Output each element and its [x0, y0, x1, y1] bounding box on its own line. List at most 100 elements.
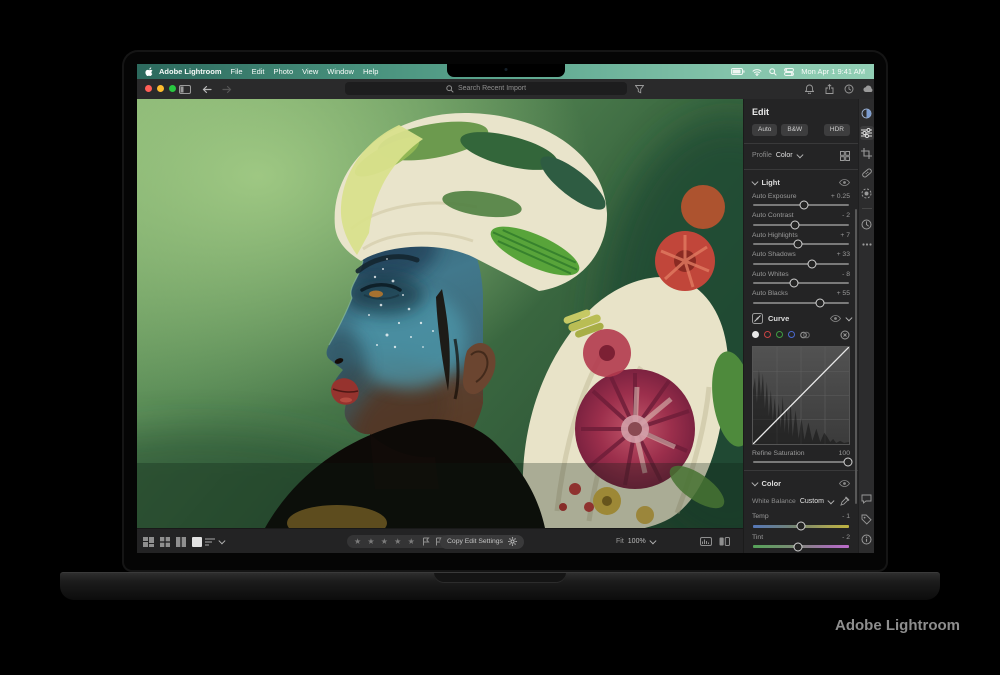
- temp-track[interactable]: [753, 525, 849, 528]
- curve-section-chevron-icon[interactable]: [845, 314, 851, 320]
- fit-label[interactable]: Fit: [616, 538, 624, 545]
- rating-stars[interactable]: ★ ★ ★ ★ ★: [354, 538, 417, 546]
- apple-icon[interactable]: [145, 67, 154, 77]
- slider-handle[interactable]: [791, 220, 800, 229]
- display-notch: [447, 64, 565, 77]
- targeted-adjustment-icon[interactable]: [840, 330, 850, 340]
- panel-scrollbar[interactable]: [855, 209, 857, 504]
- tint-handle[interactable]: [794, 542, 803, 551]
- light-section-title[interactable]: Light: [762, 178, 780, 187]
- menu-item-file[interactable]: File: [231, 67, 243, 76]
- zoom-window-button[interactable]: [169, 85, 176, 92]
- light-visibility-eye-icon[interactable]: [839, 179, 850, 186]
- slider-handle[interactable]: [790, 279, 799, 288]
- filter-icon[interactable]: [633, 83, 645, 95]
- menu-item-edit[interactable]: Edit: [252, 67, 265, 76]
- refine-saturation-value: 100: [839, 450, 850, 457]
- slider-label: Auto Contrast: [752, 212, 794, 219]
- detail-view-icon[interactable]: [192, 537, 202, 547]
- curve-channel-red[interactable]: [764, 331, 771, 338]
- profile-chevron-icon[interactable]: [796, 152, 802, 158]
- bw-button[interactable]: B&W: [781, 124, 808, 136]
- comments-icon[interactable]: [860, 492, 874, 506]
- menu-item-photo[interactable]: Photo: [274, 67, 294, 76]
- curve-channel-green[interactable]: [776, 331, 783, 338]
- forward-arrow-icon[interactable]: [221, 83, 233, 95]
- minimize-window-button[interactable]: [157, 85, 164, 92]
- sidebar-toggle-icon[interactable]: [179, 83, 191, 95]
- edit-panel-title: Edit: [752, 107, 850, 117]
- copy-edit-settings-button[interactable]: Copy Edit Settings: [440, 535, 524, 549]
- menu-item-window[interactable]: Window: [327, 67, 354, 76]
- pick-flag-icon[interactable]: [422, 537, 430, 546]
- healing-icon[interactable]: [860, 166, 874, 180]
- photo-canvas[interactable]: [137, 99, 743, 528]
- cloud-icon[interactable]: [862, 83, 874, 95]
- close-window-button[interactable]: [145, 85, 152, 92]
- share-icon[interactable]: [823, 83, 835, 95]
- slider-handle[interactable]: [807, 259, 816, 268]
- zoom-level-value[interactable]: 100%: [628, 538, 646, 545]
- profile-browser-icon[interactable]: [840, 151, 850, 161]
- refine-saturation-handle[interactable]: [844, 458, 853, 467]
- wifi-icon[interactable]: [752, 68, 762, 76]
- zoom-chevron-icon[interactable]: [649, 538, 655, 544]
- slider-track[interactable]: [753, 282, 849, 284]
- color-section-chevron-icon[interactable]: [752, 480, 758, 486]
- slider-track[interactable]: [753, 224, 849, 226]
- menubar-clock[interactable]: Mon Apr 1 9:41 AM: [801, 67, 865, 76]
- point-color-icon[interactable]: [800, 331, 810, 339]
- control-center-icon[interactable]: [784, 68, 794, 76]
- spotlight-icon[interactable]: [769, 68, 777, 76]
- white-balance-chevron-icon[interactable]: [828, 497, 834, 503]
- info-icon[interactable]: [860, 532, 874, 546]
- edit-panel: Edit Auto B&W HDR Profile Color Light: [743, 99, 858, 553]
- curve-channel-luma[interactable]: [752, 331, 759, 338]
- color-visibility-eye-icon[interactable]: [839, 480, 850, 487]
- gear-icon[interactable]: [508, 537, 517, 546]
- notifications-icon[interactable]: [803, 83, 815, 95]
- compare-view-icon[interactable]: [176, 537, 186, 547]
- keyword-tag-icon[interactable]: [860, 512, 874, 526]
- slider-handle[interactable]: [816, 298, 825, 307]
- versions-icon[interactable]: [860, 217, 874, 231]
- sync-status-icon[interactable]: [843, 83, 855, 95]
- slider-track[interactable]: [753, 302, 849, 304]
- white-balance-value[interactable]: Custom: [800, 498, 824, 505]
- slider-value: + 55: [837, 290, 850, 297]
- curve-section-title[interactable]: Curve: [768, 314, 789, 323]
- masking-icon[interactable]: [860, 186, 874, 200]
- back-arrow-icon[interactable]: [201, 83, 213, 95]
- profile-value[interactable]: Color: [776, 152, 793, 159]
- sort-icon[interactable]: [205, 538, 215, 546]
- edit-sliders-icon[interactable]: [860, 126, 874, 140]
- menu-item-view[interactable]: View: [302, 67, 318, 76]
- more-options-icon[interactable]: [860, 237, 874, 251]
- app-toolbar: Search Recent Import: [137, 79, 874, 100]
- square-grid-view-icon[interactable]: [160, 537, 170, 547]
- refine-saturation-track[interactable]: [753, 461, 849, 463]
- slider-track[interactable]: [753, 263, 849, 265]
- photo-grid-view-icon[interactable]: [143, 537, 154, 547]
- curve-channel-blue[interactable]: [788, 331, 795, 338]
- eyedropper-icon[interactable]: [840, 496, 850, 506]
- auto-button[interactable]: Auto: [752, 124, 777, 136]
- light-section-chevron-icon[interactable]: [752, 178, 758, 184]
- search-input[interactable]: Search Recent Import: [345, 82, 627, 95]
- slider-track[interactable]: [753, 204, 849, 206]
- curve-visibility-eye-icon[interactable]: [830, 315, 841, 322]
- before-after-icon[interactable]: [719, 537, 730, 546]
- temp-handle[interactable]: [797, 522, 806, 531]
- menubar-app-name[interactable]: Adobe Lightroom: [159, 67, 222, 76]
- slider-track[interactable]: [753, 243, 849, 245]
- tint-track[interactable]: [753, 545, 849, 548]
- presets-icon[interactable]: [860, 106, 874, 120]
- menu-item-help[interactable]: Help: [363, 67, 378, 76]
- tone-curve-histogram[interactable]: [752, 346, 850, 445]
- color-section-title[interactable]: Color: [762, 479, 782, 488]
- histogram-icon[interactable]: [700, 537, 712, 546]
- slider-handle[interactable]: [794, 240, 803, 249]
- hdr-button[interactable]: HDR: [824, 124, 850, 136]
- slider-handle[interactable]: [799, 201, 808, 210]
- crop-icon[interactable]: [860, 146, 874, 160]
